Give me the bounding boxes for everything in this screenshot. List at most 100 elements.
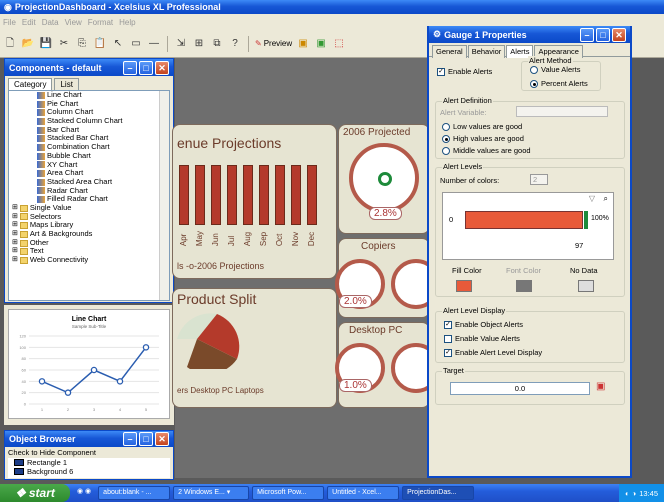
system-tray: ◐ ◑ 13:45 xyxy=(619,484,664,502)
alert-variable-label: Alert Variable: xyxy=(440,108,487,117)
taskbar-item[interactable]: ProjectionDas... xyxy=(402,486,475,500)
target-input[interactable]: 0.0 xyxy=(450,382,590,395)
object-row[interactable]: Rectangle 1 xyxy=(8,458,170,467)
save-icon[interactable]: 💾 xyxy=(39,37,53,51)
tab-list[interactable]: List xyxy=(54,78,79,90)
app-title-bar: ◉ ProjectionDashboard - Xcelsius XL Prof… xyxy=(0,0,664,14)
paste-icon[interactable]: 📋 xyxy=(93,37,107,51)
chart-title: Line Chart xyxy=(72,316,107,323)
red-range-bar[interactable] xyxy=(465,211,583,229)
component-tree[interactable]: Line Chart Pie Chart Column Chart Stacked C… xyxy=(8,90,170,301)
help-icon[interactable]: ? xyxy=(228,37,242,51)
alert-levels-label: Alert Levels xyxy=(442,162,484,171)
expand-icon[interactable]: ⊞ xyxy=(12,204,18,213)
start-button[interactable]: ❖ start xyxy=(0,484,70,502)
close-icon[interactable]: ✕ xyxy=(612,27,626,42)
middle-good-radio[interactable] xyxy=(442,146,450,155)
maximize-icon[interactable]: □ xyxy=(139,60,153,75)
group-icon[interactable]: ⊞ xyxy=(192,37,206,51)
minimize-icon[interactable]: – xyxy=(123,60,137,75)
range-max-label: 100% xyxy=(591,215,609,222)
enable-value-alerts-checkbox[interactable] xyxy=(444,334,452,343)
properties-title: Gauge 1 Properties xyxy=(444,29,527,40)
taskbar-item[interactable]: 2 Windows E... ▾ xyxy=(173,486,250,500)
maximize-icon[interactable]: □ xyxy=(596,27,610,42)
enable-level-display-checkbox[interactable]: ✓ xyxy=(444,348,452,357)
swf-icon[interactable]: ▣ xyxy=(314,37,328,51)
projected-gauge-panel[interactable]: 2006 Projected 2.8% xyxy=(338,124,430,234)
menu-edit[interactable]: Edit xyxy=(22,18,36,27)
fill-color-label: Fill Color xyxy=(452,266,482,275)
tray-icons[interactable]: ◐ ◑ xyxy=(625,489,636,498)
tab-category[interactable]: Category xyxy=(8,78,53,90)
color-range-box[interactable]: ▽ ⌕ 0 100% 97 xyxy=(442,192,614,260)
search-icon[interactable]: ⌕ xyxy=(604,194,608,204)
line-icon[interactable]: — xyxy=(147,37,161,51)
percent-alerts-radio[interactable] xyxy=(530,79,538,88)
taskbar-item[interactable]: Untitled - Xcel... xyxy=(327,486,400,500)
taskbar-item[interactable]: about:blank - ... xyxy=(98,486,171,500)
expand-icon[interactable]: ⊞ xyxy=(12,239,18,248)
revenue-projections-panel[interactable]: enue Projections Apr May Jun Jul Aug Sep Oct No… xyxy=(172,124,337,279)
menu-file[interactable]: File xyxy=(3,18,16,27)
fill-color-swatch[interactable] xyxy=(456,280,472,292)
y-tick-label: 100 xyxy=(19,345,26,350)
tree-folder[interactable]: ⊞ Web Connectivity xyxy=(12,255,169,265)
pointer-icon[interactable]: ↖ xyxy=(111,37,125,51)
percent-alerts-label: Percent Alerts xyxy=(541,79,588,88)
quick-launch[interactable]: ◉ ◉ xyxy=(73,486,95,500)
object-row[interactable]: Background 6 xyxy=(8,467,170,476)
tree-scrollbar[interactable] xyxy=(159,91,169,300)
open-icon[interactable]: 📂 xyxy=(21,37,35,51)
rectangle-icon[interactable]: ▭ xyxy=(129,37,143,51)
copiers-gauge-panel[interactable]: Copiers 2.0% xyxy=(335,238,441,318)
preview-button[interactable]: ✎ Preview xyxy=(255,39,292,48)
alert-definition-label: Alert Definition xyxy=(442,96,493,105)
pdf-icon[interactable]: ⬚ xyxy=(332,37,346,51)
menu-help[interactable]: Help xyxy=(119,18,135,27)
folder-icon xyxy=(19,213,28,221)
minimize-icon[interactable]: – xyxy=(580,27,594,42)
minimize-icon[interactable]: – xyxy=(123,432,137,446)
cell-select-icon[interactable]: ▣ xyxy=(596,381,605,392)
enable-alerts-checkbox[interactable]: ✓ xyxy=(437,67,445,76)
desktop-gauge-panel[interactable]: Desktop PC 1.0% xyxy=(335,322,441,408)
middle-good-label: Middle values are good xyxy=(453,146,531,155)
expand-icon[interactable]: ⊞ xyxy=(12,230,18,239)
menu-data[interactable]: Data xyxy=(42,18,59,27)
copy-icon[interactable]: ⎘ xyxy=(75,37,89,51)
taskbar-item[interactable]: Microsoft Pow... xyxy=(252,486,325,500)
copiers-label: Copiers xyxy=(361,241,396,252)
low-good-radio[interactable] xyxy=(442,122,450,131)
maximize-icon[interactable]: □ xyxy=(139,432,153,446)
expand-icon[interactable]: ⊞ xyxy=(12,247,18,256)
dropper-icon[interactable]: ▽ xyxy=(589,194,595,203)
num-colors-label: Number of colors: xyxy=(440,176,500,185)
data-point xyxy=(64,389,72,396)
num-colors-stepper[interactable]: 2 xyxy=(530,174,548,185)
export-icon[interactable]: ▣ xyxy=(296,37,310,51)
value-alerts-radio[interactable] xyxy=(530,65,538,74)
value-alerts-label: Value Alerts xyxy=(541,65,581,74)
green-range-bar[interactable] xyxy=(584,211,588,229)
cut-icon[interactable]: ✂ xyxy=(57,37,71,51)
expand-icon[interactable]: ⊞ xyxy=(12,221,18,230)
close-icon[interactable]: ✕ xyxy=(155,432,169,446)
gauge-1[interactable] xyxy=(349,143,419,213)
object-browser-title: Object Browser xyxy=(9,434,76,444)
menu-view[interactable]: View xyxy=(65,18,82,27)
expand-icon[interactable]: ⊞ xyxy=(12,256,18,265)
alert-levels-group: Alert Levels Number of colors: 2 ▽ ⌕ 0 1… xyxy=(435,162,625,297)
no-data-swatch[interactable] xyxy=(578,280,594,292)
chart-type-icon xyxy=(37,100,45,108)
menu-format[interactable]: Format xyxy=(88,18,113,27)
close-icon[interactable]: ✕ xyxy=(155,60,169,75)
enable-object-alerts-checkbox[interactable]: ✓ xyxy=(444,320,452,329)
align-icon[interactable]: ⇲ xyxy=(174,37,188,51)
expand-icon[interactable]: ⊞ xyxy=(12,213,18,222)
properties-title-bar: ⚙ Gauge 1 Properties – □ ✕ xyxy=(429,26,630,43)
product-split-panel[interactable]: Product Split ers Desktop PC Laptops xyxy=(172,288,337,408)
new-icon[interactable]: 🗋 xyxy=(3,37,17,51)
high-good-radio[interactable] xyxy=(442,134,450,143)
bring-front-icon[interactable]: ⧉ xyxy=(210,37,224,51)
